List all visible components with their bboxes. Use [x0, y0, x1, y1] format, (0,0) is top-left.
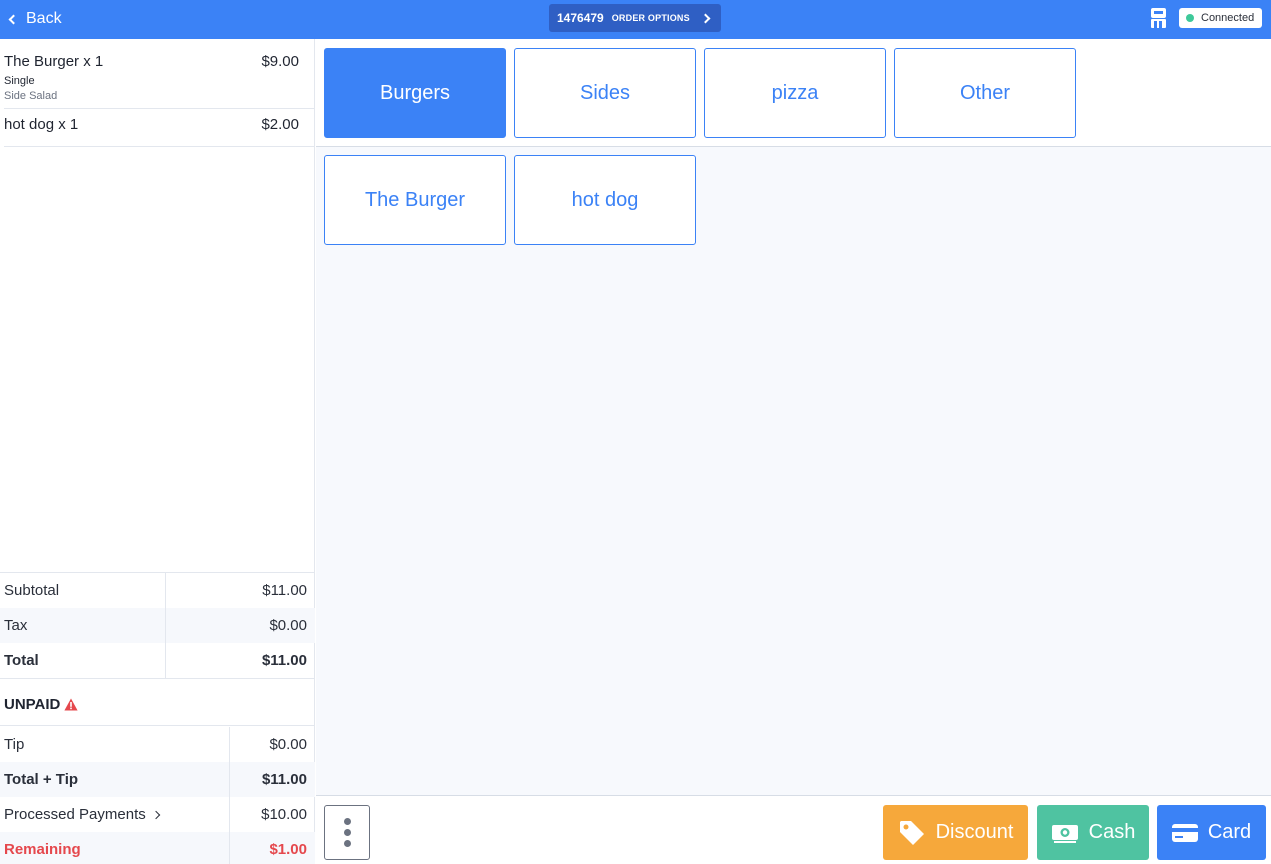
total-tip-label: Total + Tip — [4, 771, 79, 788]
payment-status: UNPAID — [4, 696, 78, 713]
status-dot-icon — [1186, 14, 1194, 22]
subtotal-label: Subtotal — [4, 582, 60, 599]
more-options-button[interactable] — [324, 805, 370, 860]
total-row: Total $11.00 — [0, 643, 315, 678]
category-bar: Burgers Sides pizza Other — [316, 39, 1271, 147]
discount-label: Discount — [935, 821, 1014, 843]
category-other[interactable]: Other — [894, 48, 1076, 138]
warning-icon — [64, 698, 78, 711]
action-bar: Discount Cash Card — [316, 795, 1271, 864]
order-options-button[interactable]: 1476479 ORDER OPTIONS — [549, 4, 721, 32]
processed-payments-label: Processed Payments — [4, 806, 146, 823]
card-button[interactable]: Card — [1157, 805, 1266, 860]
divider — [0, 678, 315, 679]
order-options-label: ORDER OPTIONS — [611, 13, 690, 23]
cash-label: Cash — [1088, 821, 1136, 843]
tag-icon — [899, 820, 924, 845]
processed-payments-link[interactable]: Processed Payments — [4, 806, 161, 823]
credit-card-icon — [1171, 823, 1198, 842]
connection-status-badge: Connected — [1179, 8, 1262, 28]
payment-status-text: UNPAID — [4, 696, 61, 713]
receipt-printer-icon[interactable] — [1150, 7, 1167, 29]
back-button[interactable]: Back — [8, 8, 62, 30]
chevron-right-icon — [700, 13, 711, 23]
item-price: $9.00 — [261, 53, 299, 70]
dot-icon — [343, 818, 351, 825]
remaining-value: $1.00 — [269, 841, 307, 858]
tip-row[interactable]: Tip $0.00 — [0, 727, 315, 762]
chevron-left-icon — [8, 14, 19, 25]
category-pizza[interactable]: pizza — [704, 48, 886, 138]
category-sides[interactable]: Sides — [514, 48, 696, 138]
item-name: The Burger x 1 — [4, 53, 104, 70]
divider — [0, 725, 315, 726]
order-panel: The Burger x 1 $9.00 Single Side Salad h… — [0, 39, 315, 864]
item-price: $2.00 — [261, 116, 299, 133]
processed-payments-value: $10.00 — [261, 806, 307, 823]
total-tip-row: Total + Tip $11.00 — [0, 762, 315, 797]
category-burgers[interactable]: Burgers — [324, 48, 506, 138]
subtotal-value: $11.00 — [262, 582, 307, 599]
chevron-right-icon — [151, 810, 161, 820]
tip-value: $0.00 — [269, 736, 307, 753]
top-bar: Back 1476479 ORDER OPTIONS Connected — [0, 0, 1271, 39]
tip-label: Tip — [4, 736, 25, 753]
processed-payments-row[interactable]: Processed Payments $10.00 — [0, 797, 315, 832]
order-line-item[interactable]: The Burger x 1 $9.00 Single Side Salad — [4, 39, 315, 109]
remaining-row: Remaining $1.00 — [0, 832, 315, 864]
tax-value: $0.00 — [269, 617, 307, 634]
cash-icon — [1051, 824, 1078, 843]
item-name: hot dog x 1 — [4, 116, 79, 133]
card-label: Card — [1207, 821, 1252, 843]
cash-button[interactable]: Cash — [1037, 805, 1149, 860]
menu-area: Burgers Sides pizza Other The Burger hot… — [316, 39, 1271, 864]
dot-icon — [343, 840, 351, 847]
product-the-burger[interactable]: The Burger — [324, 155, 506, 245]
remaining-label: Remaining — [4, 841, 81, 858]
connection-status-text: Connected — [1201, 12, 1255, 24]
item-modifier: Side Salad — [4, 90, 58, 102]
order-line-item[interactable]: hot dog x 1 $2.00 — [4, 109, 315, 147]
discount-button[interactable]: Discount — [883, 805, 1028, 860]
back-label: Back — [26, 10, 62, 27]
order-number: 1476479 — [557, 11, 604, 25]
total-label: Total — [4, 652, 39, 669]
dot-icon — [343, 829, 351, 836]
tax-row: Tax $0.00 — [0, 608, 315, 643]
total-tip-value: $11.00 — [261, 771, 307, 788]
total-value: $11.00 — [261, 652, 307, 669]
product-hot-dog[interactable]: hot dog — [514, 155, 696, 245]
item-modifier: Single — [4, 75, 35, 87]
tax-label: Tax — [4, 617, 28, 634]
subtotal-row: Subtotal $11.00 — [0, 573, 315, 608]
